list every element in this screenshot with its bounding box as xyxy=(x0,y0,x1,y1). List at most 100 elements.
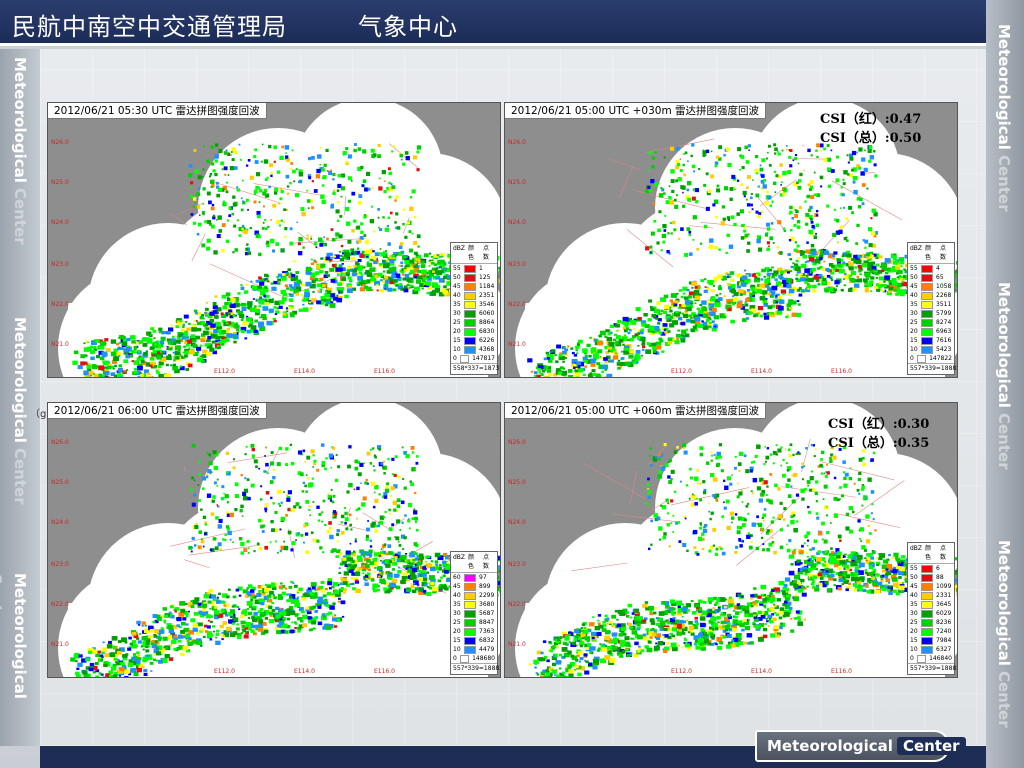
radar-echo-cell xyxy=(343,591,346,594)
radar-echo-cell xyxy=(373,230,376,233)
radar-echo-cell xyxy=(621,350,624,353)
radar-echo-cell xyxy=(302,623,308,628)
radar-echo-cell xyxy=(169,644,173,647)
radar-echo-cell xyxy=(209,638,212,640)
radar-echo-cell xyxy=(892,256,897,260)
radar-echo-cell xyxy=(633,328,636,331)
radar-echo-cell xyxy=(139,633,142,635)
radar-echo-cell xyxy=(808,257,815,262)
radar-echo-cell xyxy=(249,605,253,609)
radar-echo-cell xyxy=(686,227,691,231)
radar-echo-cell xyxy=(347,563,352,567)
radar-echo-cell xyxy=(830,279,834,281)
radar-echo-cell xyxy=(846,253,852,258)
radar-echo-cell xyxy=(125,346,132,352)
radar-echo-cell xyxy=(377,143,381,148)
radar-echo-cell xyxy=(362,284,365,287)
radar-echo-cell xyxy=(382,270,386,273)
radar-echo-cell xyxy=(794,241,797,244)
radar-echo-cell xyxy=(346,269,351,272)
radar-echo-cell xyxy=(232,336,236,339)
radar-echo-cell xyxy=(387,242,391,246)
radar-echo-cell xyxy=(206,191,211,196)
radar-echo-cell xyxy=(810,220,814,224)
radar-echo-cell xyxy=(247,617,251,619)
legend-dbz-value: 0 xyxy=(453,355,457,362)
radar-echo-cell xyxy=(216,596,219,599)
radar-echo-cell xyxy=(274,528,279,532)
legend-dbz-value: 25 xyxy=(910,319,918,326)
legend-dbz-value: 40 xyxy=(453,292,461,299)
radar-echo-cell xyxy=(637,317,642,321)
radar-echo-cell xyxy=(416,150,420,154)
radar-echo-cell xyxy=(403,288,409,293)
radar-echo-cell xyxy=(167,625,174,630)
radar-echo-cell xyxy=(317,289,321,293)
radar-echo-cell xyxy=(712,285,715,287)
radar-echo-cell xyxy=(279,607,282,610)
radar-echo-cell xyxy=(287,268,291,272)
radar-echo-cell xyxy=(363,215,367,219)
radar-echo-cell xyxy=(662,323,668,327)
radar-echo-cell xyxy=(646,169,649,172)
radar-echo-cell xyxy=(346,288,353,294)
radar-echo-cell xyxy=(181,621,186,626)
radar-echo-cell xyxy=(411,286,414,289)
radar-echo-cell xyxy=(128,659,133,663)
radar-echo-cell xyxy=(233,224,237,228)
radar-echo-cell xyxy=(728,244,734,249)
radar-echo-cell xyxy=(134,370,138,374)
radar-echo-cell xyxy=(616,329,620,332)
radar-echo-cell xyxy=(762,184,767,189)
radar-echo-cell xyxy=(391,457,395,461)
radar-echo-cell xyxy=(305,272,309,275)
radar-echo-cell xyxy=(378,177,381,180)
radar-echo-cell xyxy=(689,252,693,256)
radar-echo-cell xyxy=(147,372,151,376)
radar-echo-cell xyxy=(756,274,759,277)
radar-echo-cell xyxy=(396,573,400,577)
radar-echo-cell xyxy=(296,279,301,284)
radar-echo-cell xyxy=(210,206,215,211)
radar-echo-cell xyxy=(244,614,248,617)
radar-echo-cell xyxy=(692,215,697,220)
radar-echo-cell xyxy=(244,477,247,480)
radar-echo-cell xyxy=(398,245,403,250)
panel-title: 2012/06/21 05:30 UTC 雷达拼图强度回波 xyxy=(48,103,267,119)
radar-echo-cell xyxy=(196,232,200,236)
radar-echo-cell xyxy=(860,257,863,260)
radar-echo-cell xyxy=(242,629,247,633)
radar-echo-cell xyxy=(881,289,885,292)
radar-echo-cell xyxy=(120,347,124,351)
radar-echo-cell xyxy=(101,352,108,357)
radar-echo-cell xyxy=(661,350,665,353)
radar-echo-cell xyxy=(308,267,313,271)
radar-echo-cell xyxy=(702,154,706,157)
radar-echo-cell xyxy=(345,160,349,164)
radar-echo-cell xyxy=(123,370,126,373)
radar-echo-cell xyxy=(765,190,769,194)
radar-echo-cell xyxy=(651,156,656,160)
radar-echo-cell xyxy=(818,257,823,261)
radar-echo-cell xyxy=(293,180,296,183)
radar-echo-cell xyxy=(799,172,803,177)
legend-color-swatch xyxy=(460,354,470,363)
radar-echo-cell xyxy=(663,192,666,195)
radar-echo-cell xyxy=(249,226,252,230)
radar-echo-cell xyxy=(140,645,143,648)
radar-echo-cell xyxy=(280,610,287,616)
radar-echo-cell xyxy=(785,148,788,151)
latitude-label: N23.0 xyxy=(508,261,526,268)
radar-echo-cell xyxy=(756,277,760,281)
radar-echo-cell xyxy=(677,176,682,182)
radar-echo-cell xyxy=(684,300,691,305)
radar-echo-cell xyxy=(805,217,808,220)
radar-echo-cell xyxy=(339,258,345,262)
radar-echo-cell xyxy=(537,367,541,371)
radar-echo-cell xyxy=(646,342,651,346)
radar-echo-cell xyxy=(253,200,257,204)
radar-echo-cell xyxy=(153,353,158,357)
radar-echo-cell xyxy=(442,280,445,283)
latitude-label: N23.0 xyxy=(51,261,69,268)
radar-echo-cell xyxy=(250,596,254,599)
